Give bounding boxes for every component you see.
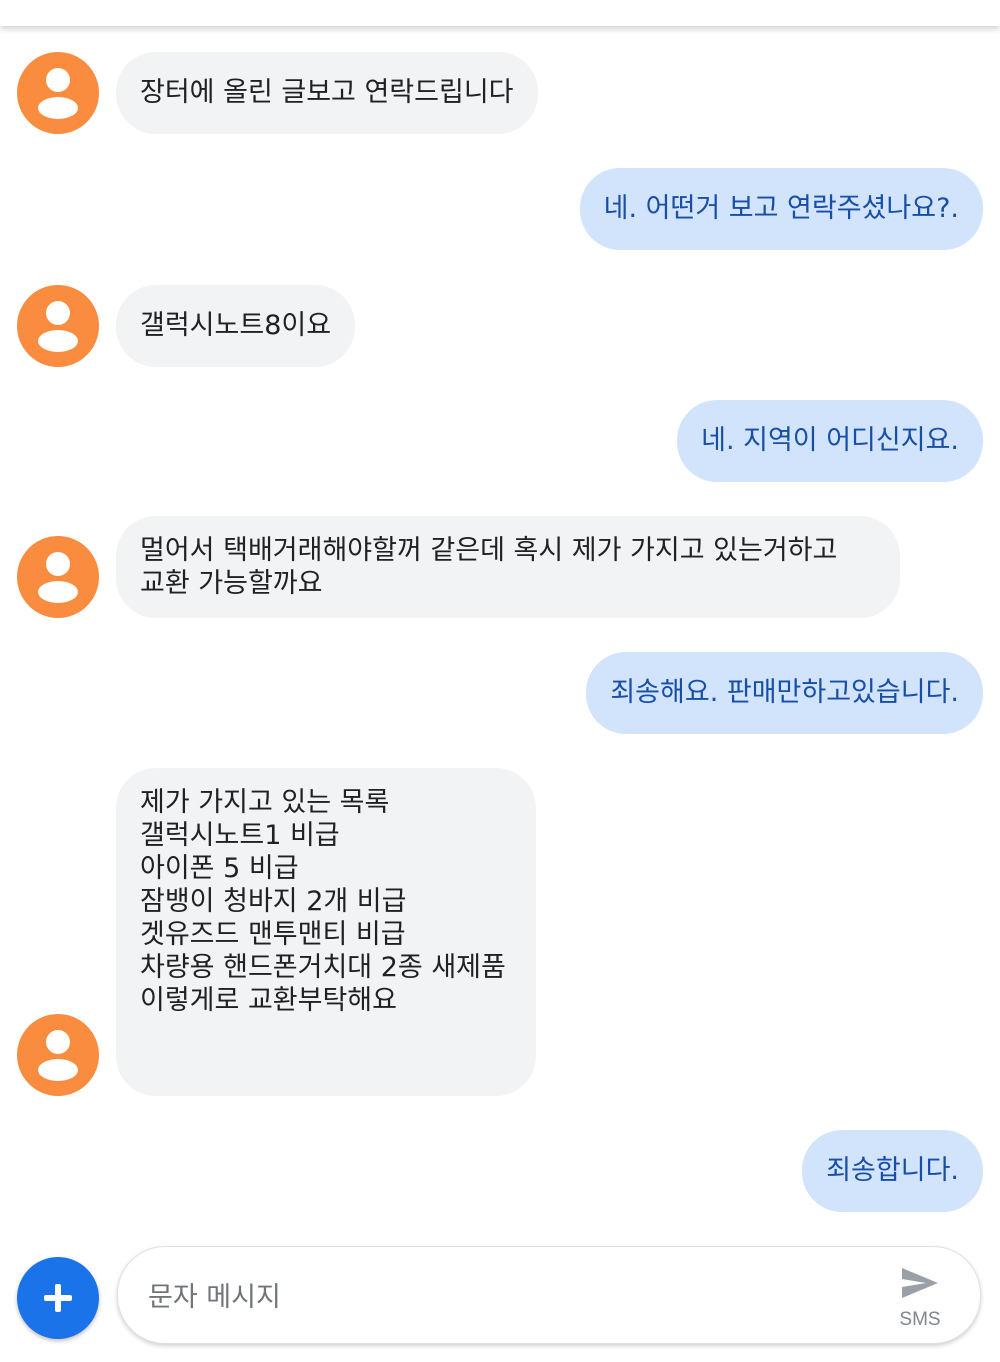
compose-bar: SMS [0, 1236, 1000, 1362]
top-app-bar [0, 0, 1000, 26]
person-icon-head [46, 68, 70, 92]
add-attachment-button[interactable] [17, 1257, 99, 1339]
person-icon-body [38, 330, 78, 352]
person-icon-head [46, 552, 70, 576]
message-input-container[interactable]: SMS [117, 1246, 981, 1344]
conversation-thread: 장터에 올린 글보고 연락드립니다 네. 어떤거 보고 연락주셨나요?. 갤럭시… [0, 26, 1000, 1236]
send-icon[interactable] [900, 1265, 940, 1301]
person-icon-body [38, 97, 78, 119]
message-bubble-incoming[interactable]: 제가 가지고 있는 목록 갤럭시노트1 비급 아이폰 5 비급 잠뱅이 청바지 … [116, 768, 536, 1096]
plus-icon-bar [44, 1295, 72, 1301]
message-bubble-outgoing[interactable]: 죄송합니다. [802, 1130, 983, 1212]
person-icon-head [46, 1030, 70, 1054]
contact-avatar[interactable] [17, 1014, 99, 1096]
message-input[interactable] [146, 1277, 850, 1317]
message-bubble-incoming[interactable]: 갤럭시노트8이요 [116, 285, 356, 367]
message-bubble-outgoing[interactable]: 죄송해요. 판매만하고있습니다. [586, 652, 983, 734]
contact-avatar[interactable] [17, 285, 99, 367]
message-bubble-incoming[interactable]: 장터에 올린 글보고 연락드립니다 [116, 52, 538, 134]
message-bubble-incoming[interactable]: 멀어서 택배거래해야할꺼 같은데 혹시 제가 가지고 있는거하고 교환 가능할까… [116, 516, 900, 618]
message-bubble-outgoing[interactable]: 네. 지역이 어디신지요. [677, 400, 983, 482]
contact-avatar[interactable] [17, 52, 99, 134]
person-icon-head [46, 301, 70, 325]
person-icon-body [38, 1059, 78, 1081]
sms-mode-label: SMS [899, 1309, 941, 1330]
contact-avatar[interactable] [17, 536, 99, 618]
person-icon-body [38, 581, 78, 603]
message-bubble-outgoing[interactable]: 네. 어떤거 보고 연락주셨나요?. [579, 168, 983, 250]
